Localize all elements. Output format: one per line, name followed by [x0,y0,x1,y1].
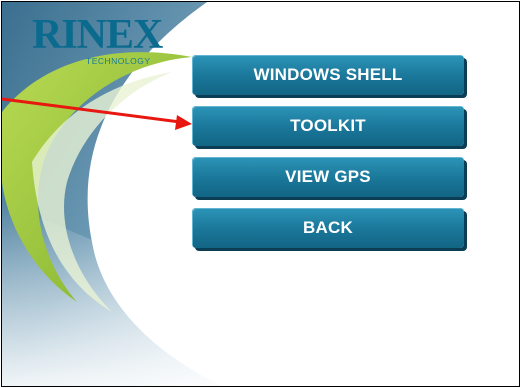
toolkit-label: TOOLKIT [290,116,366,135]
view-gps-button[interactable]: VIEW GPS [192,157,464,197]
logo-tagline: TECHNOLOGY [86,56,151,66]
main-menu: WINDOWS SHELL TOOLKIT VIEW GPS BACK [192,55,468,259]
windows-shell-label: WINDOWS SHELL [253,65,403,84]
view-gps-label: VIEW GPS [285,167,371,186]
back-button[interactable]: BACK [192,208,464,248]
logo-wordmark: RINEX [32,12,163,58]
rinex-logo: RINEX TECHNOLOGY [32,14,172,74]
app-window: RINEX TECHNOLOGY WINDOWS SHELL TOOLKIT V… [1,1,520,387]
windows-shell-button[interactable]: WINDOWS SHELL [192,55,464,95]
toolkit-button[interactable]: TOOLKIT [192,106,464,146]
back-label: BACK [303,218,353,237]
